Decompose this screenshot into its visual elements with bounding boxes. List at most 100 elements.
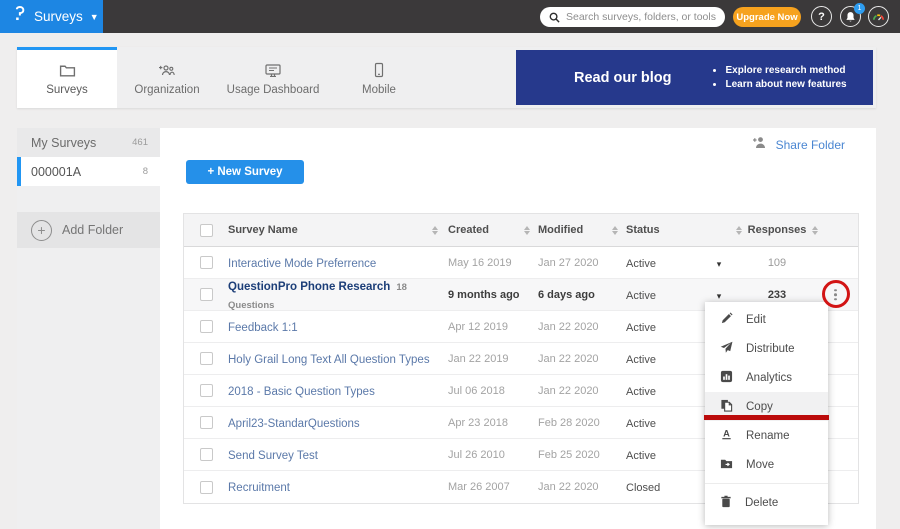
tab-label: Usage Dashboard [227,84,320,96]
row-checkbox[interactable] [200,256,213,269]
survey-name-link[interactable]: Feedback 1:1 [228,322,298,334]
notifications-button[interactable]: 1 [840,6,861,27]
menu-item-edit[interactable]: Edit [705,305,828,334]
folder-icon [59,63,76,78]
survey-name-link[interactable]: Send Survey Test [228,450,318,462]
row-checkbox[interactable] [200,416,213,429]
status-value: Closed [626,482,660,494]
tab-usage-dashboard[interactable]: Usage Dashboard [217,47,329,108]
menu-item-distribute[interactable]: Distribute [705,334,828,363]
folders-sidebar: My Surveys 461 000001A 8 + Add Folder [17,128,160,529]
folder-label: My Surveys [31,136,96,150]
person-add-icon [752,136,768,154]
add-folder-button[interactable]: + Add Folder [17,212,160,248]
row-checkbox[interactable] [200,352,213,365]
search-input[interactable] [566,11,717,23]
tab-mobile[interactable]: Mobile [329,47,429,108]
svg-text:A: A [723,428,730,438]
menu-item-copy[interactable]: Copy [705,392,828,421]
bell-icon [845,11,856,23]
status-value: Active [626,290,656,302]
status-value: Active [626,258,656,270]
created-value: 9 months ago [448,289,520,301]
created-value: Jan 22 2019 [448,353,509,365]
row-checkbox[interactable] [200,320,213,333]
new-survey-button[interactable]: + New Survey [186,160,304,184]
top-bar: Surveys ▼ Upgrade Now ? 1 [0,0,900,33]
questionpro-logo-icon [12,6,27,28]
chevron-down-icon: ▼ [90,12,99,22]
sidebar-item-my-surveys[interactable]: My Surveys 461 [17,128,160,157]
status-value: Active [626,418,656,430]
table-row: Interactive Mode Preferrence May 16 2019… [184,247,858,279]
status-value: Active [626,354,656,366]
survey-name-link[interactable]: QuestionPro Phone Research [228,281,390,293]
column-header-responses: Responses [748,224,807,236]
question-mark-icon: ? [818,11,825,23]
product-switcher[interactable]: Surveys ▼ [0,0,103,33]
folder-label: 000001A [31,165,81,179]
modified-value: Jan 22 2020 [538,321,599,333]
bar-chart-icon [720,370,733,386]
menu-item-move[interactable]: Move [705,450,828,479]
plus-circle-icon: + [31,220,52,241]
folder-move-icon [720,457,733,473]
gauge-icon [872,12,885,22]
modified-value: 6 days ago [538,289,595,301]
created-value: May 16 2019 [448,257,512,269]
surveys-page: Surveys ▼ Upgrade Now ? 1 [0,0,900,529]
menu-item-analytics[interactable]: Analytics [705,363,828,392]
add-folder-label: Add Folder [62,223,123,237]
folder-count: 461 [132,137,148,148]
tab-label: Mobile [362,84,396,96]
module-tab-strip: Surveys Organization [17,47,876,108]
survey-name-link[interactable]: April23-StandarQuestions [228,418,360,430]
modified-value: Jan 27 2020 [538,257,599,269]
sort-icon[interactable] [736,226,742,235]
menu-item-label: Distribute [746,343,795,355]
pencil-icon [720,312,733,328]
blog-promo-banner[interactable]: Read our blog Explore research method Le… [516,50,873,105]
row-actions-kebab-icon[interactable] [834,289,837,301]
row-checkbox[interactable] [200,384,213,397]
select-all-checkbox[interactable] [200,224,213,237]
survey-name-link[interactable]: 2018 - Basic Question Types [228,386,375,398]
row-actions-context-menu: Edit Distribute Analytics Copy A Rename [705,302,828,525]
notification-badge: 1 [854,3,865,14]
share-folder-link[interactable]: Share Folder [752,136,845,154]
row-checkbox[interactable] [200,481,213,494]
row-checkbox[interactable] [200,448,213,461]
status-dropdown-caret[interactable]: ▾ [717,291,722,301]
created-value: Mar 26 2007 [448,481,510,493]
tab-organization[interactable]: Organization [117,47,217,108]
promo-bullet-list: Explore research method Learn about new … [711,62,846,93]
help-button[interactable]: ? [811,6,832,27]
responses-value: 233 [768,289,786,301]
upgrade-now-button[interactable]: Upgrade Now [733,7,801,27]
status-dropdown-caret[interactable]: ▾ [717,259,722,269]
global-search[interactable] [540,7,725,27]
promo-bullet: Explore research method [725,65,846,76]
created-value: Apr 23 2018 [448,417,508,429]
tab-surveys[interactable]: Surveys [17,47,117,108]
paper-plane-icon [720,341,733,357]
menu-item-delete[interactable]: Delete [705,488,828,517]
modified-value: Jan 22 2020 [538,353,599,365]
sort-icon[interactable] [524,226,530,235]
sort-icon[interactable] [432,226,438,235]
status-value: Active [626,322,656,334]
sort-icon[interactable] [612,226,618,235]
search-icon [549,12,560,23]
survey-name-link[interactable]: Holy Grail Long Text All Question Types [228,354,430,366]
usage-gauge-button[interactable] [868,6,889,27]
menu-item-label: Copy [746,401,773,413]
sidebar-item-000001A[interactable]: 000001A 8 [17,157,160,186]
sort-icon[interactable] [812,226,818,235]
row-checkbox[interactable] [200,288,213,301]
created-value: Jul 06 2018 [448,385,505,397]
survey-name-link[interactable]: Interactive Mode Preferrence [228,258,376,270]
modified-value: Feb 28 2020 [538,417,600,429]
column-header-status: Status [626,224,660,236]
survey-name-link[interactable]: Recruitment [228,482,290,494]
menu-item-rename[interactable]: A Rename [705,421,828,450]
